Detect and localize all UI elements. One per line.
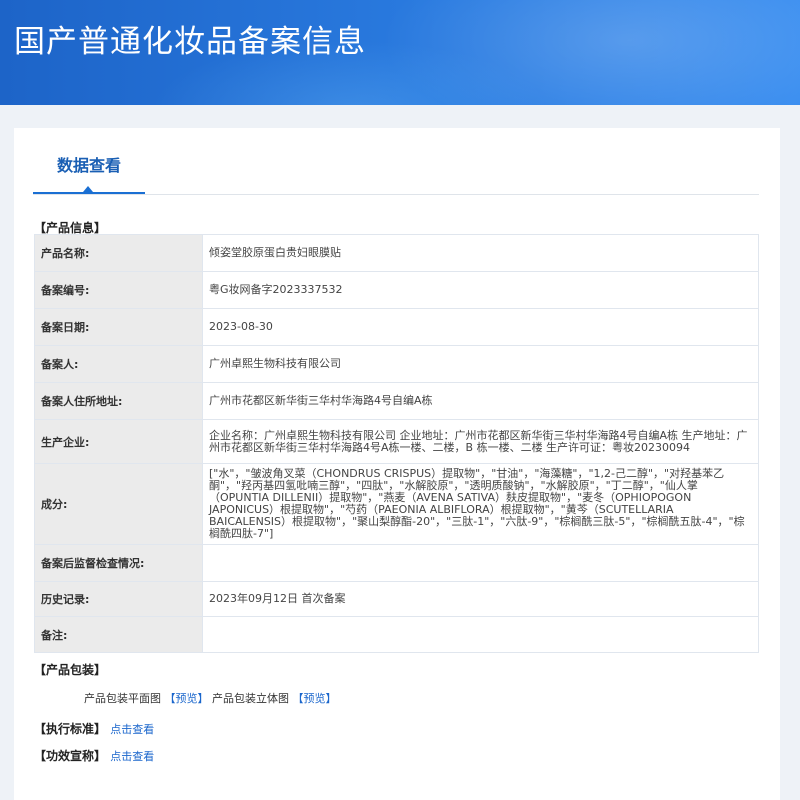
table-row: 成分: ["水"，"皱波角叉菜（CHONDRUS CRISPUS）提取物"，"甘… (34, 463, 759, 545)
package-flat-label: 产品包装平面图 (84, 692, 161, 705)
row-value: 2023年09月12日 首次备案 (202, 581, 759, 617)
packaging-title: 【产品包装】 (34, 663, 107, 677)
table-row: 备案日期: 2023-08-30 (34, 308, 759, 346)
package-flat: 产品包装平面图 【预览】 (84, 690, 209, 706)
row-label: 备案日期: (34, 308, 203, 346)
caret-up-icon (83, 186, 93, 192)
tab-label: 数据查看 (56, 156, 121, 175)
row-value: ["水"，"皱波角叉菜（CHONDRUS CRISPUS）提取物"，"甘油"，"… (202, 463, 759, 545)
table-row: 生产企业: 企业名称：广州卓熙生物科技有限公司 企业地址：广州市花都区新华街三华… (34, 419, 759, 464)
row-label: 备案编号: (34, 271, 203, 309)
table-row: 备注: (34, 616, 759, 653)
table-row: 备案编号: 粤G妆网备字2023337532 (34, 271, 759, 309)
execution-standard-link[interactable]: 点击查看 (110, 723, 154, 736)
package-solid: 产品包装立体图 【预览】 (212, 690, 337, 706)
table-row: 备案人: 广州卓熙生物科技有限公司 (34, 345, 759, 383)
row-label: 成分: (34, 463, 203, 545)
tab-bar: 数据查看 (33, 128, 759, 195)
row-value: 2023-08-30 (202, 308, 759, 346)
package-solid-label: 产品包装立体图 (212, 692, 289, 705)
row-value: 粤G妆网备字2023337532 (202, 271, 759, 309)
row-value (202, 616, 759, 653)
row-label: 生产企业: (34, 419, 203, 464)
row-value: 企业名称：广州卓熙生物科技有限公司 企业地址：广州市花都区新华街三华村华海路4号… (202, 419, 759, 464)
tab-data-view[interactable]: 数据查看 (33, 128, 145, 194)
row-label: 备案后监督检查情况: (34, 544, 203, 582)
efficacy-claim: 【功效宣称】 点击查看 (34, 747, 154, 764)
content-card: 数据查看 【产品信息】 产品名称: 倾姿堂胶原蛋白贵妇眼膜贴 备案编号: 粤G妆… (14, 128, 780, 800)
efficacy-claim-link[interactable]: 点击查看 (110, 750, 154, 763)
row-label: 产品名称: (34, 234, 203, 272)
page-title: 国产普通化妆品备案信息 (14, 24, 366, 60)
header-banner: 国产普通化妆品备案信息 (0, 0, 800, 105)
row-value: 广州卓熙生物科技有限公司 (202, 345, 759, 383)
row-value: 倾姿堂胶原蛋白贵妇眼膜贴 (202, 234, 759, 272)
package-flat-preview-link[interactable]: 【预览】 (165, 692, 209, 705)
row-label: 备案人住所地址: (34, 382, 203, 420)
table-row: 产品名称: 倾姿堂胶原蛋白贵妇眼膜贴 (34, 234, 759, 272)
row-label: 历史记录: (34, 581, 203, 617)
package-solid-preview-link[interactable]: 【预览】 (293, 692, 337, 705)
efficacy-claim-label: 【功效宣称】 (34, 749, 107, 763)
execution-standard-label: 【执行标准】 (34, 722, 107, 736)
row-value (202, 544, 759, 582)
table-row: 备案人住所地址: 广州市花都区新华街三华村华海路4号自编A栋 (34, 382, 759, 420)
table-row: 历史记录: 2023年09月12日 首次备案 (34, 581, 759, 617)
table-row: 备案后监督检查情况: (34, 544, 759, 582)
row-label: 备案人: (34, 345, 203, 383)
row-value: 广州市花都区新华街三华村华海路4号自编A栋 (202, 382, 759, 420)
row-label: 备注: (34, 616, 203, 653)
execution-standard: 【执行标准】 点击查看 (34, 720, 154, 737)
product-info-table: 产品名称: 倾姿堂胶原蛋白贵妇眼膜贴 备案编号: 粤G妆网备字202333753… (34, 234, 759, 653)
